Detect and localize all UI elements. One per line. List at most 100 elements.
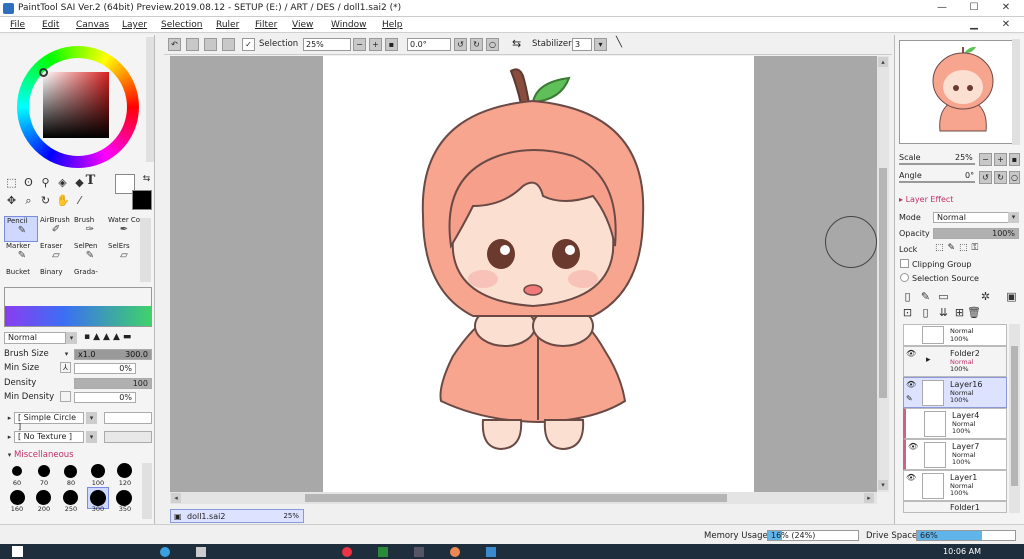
rotate-reset-icon[interactable]: ○ [486, 38, 499, 51]
selection-source-radio[interactable] [900, 273, 909, 282]
taskbar-app-icon[interactable] [160, 547, 170, 557]
maximize-icon[interactable]: ☐ [958, 0, 990, 17]
min-size-slider[interactable]: 0% [74, 363, 136, 374]
tool-airbrush[interactable]: AirBrush ✐ [38, 216, 72, 242]
deselect-icon[interactable] [204, 38, 217, 51]
scale-slider[interactable] [899, 163, 975, 165]
brush-shape-icons[interactable]: ▪▲▲▲▬ [84, 332, 152, 344]
close-icon[interactable]: ✕ [990, 0, 1022, 17]
brush-shape-strength[interactable] [104, 412, 152, 424]
undo-icon[interactable]: ↶ [168, 38, 181, 51]
brush-texture-select[interactable]: [ No Texture ] [14, 431, 84, 443]
magic-wand-icon[interactable]: ⚲ [39, 176, 52, 189]
brush-size-dropdown-icon[interactable]: ▾ [60, 348, 73, 361]
copy-layer-icon[interactable]: ⊡ [901, 306, 914, 319]
navigator-preview[interactable] [899, 40, 1019, 144]
density-slider[interactable]: 100 [74, 378, 152, 389]
brush-texture-dropdown-icon[interactable]: ▾ [86, 431, 97, 443]
tool-gradation[interactable]: Grada- [72, 268, 106, 282]
layer-item-layer4[interactable]: Layer4 Normal 100% [903, 408, 1007, 439]
color-panel-scrollbar[interactable] [146, 37, 154, 162]
brush-shape-dropdown-icon[interactable]: ▾ [86, 412, 97, 424]
blend-mode-dropdown-icon[interactable]: ▾ [66, 332, 77, 344]
layer-opacity-slider[interactable]: 100% [933, 228, 1019, 239]
menu-ruler[interactable]: Ruler [216, 20, 239, 30]
menu-canvas[interactable]: Canvas [76, 20, 109, 30]
rotate-cw-icon[interactable]: ↻ [470, 38, 483, 51]
angle-reset-icon[interactable]: ○ [1009, 171, 1020, 184]
taskbar-app-icon[interactable] [414, 547, 424, 557]
hand-icon[interactable]: ✋ [56, 194, 70, 207]
layer-mask-icon[interactable]: ▣ [1005, 290, 1018, 303]
zoom-out-icon[interactable]: − [353, 38, 366, 51]
tool-grid-scrollbar[interactable] [140, 218, 151, 282]
saturation-value-square[interactable] [43, 72, 109, 138]
scale-plus-icon[interactable]: + [994, 153, 1007, 166]
min-density-curve-icon[interactable] [60, 391, 71, 402]
color-picker-handle[interactable] [39, 68, 48, 77]
flip-icon[interactable]: ⇆ [512, 37, 521, 50]
tool-selpen[interactable]: SelPen ✎ [72, 242, 106, 268]
brush-size-slider[interactable]: x1.0 300.0 [74, 349, 152, 360]
lock-icons[interactable]: ⬚✎⬚⚿ [935, 243, 982, 253]
canvas-paper[interactable] [323, 56, 754, 492]
color-select-icon[interactable]: ◈ [56, 176, 69, 189]
clipping-group-checkbox[interactable] [900, 259, 909, 268]
zoom-select[interactable]: 25% [303, 38, 351, 51]
merge-down-icon[interactable]: ⇊ [937, 306, 950, 319]
document-tab[interactable]: ▣ doll1.sai2 25% [170, 509, 304, 523]
preset-dot[interactable] [36, 490, 51, 505]
rotate-ccw-icon[interactable]: ↺ [454, 38, 467, 51]
layer-effect-label[interactable]: ▸ Layer Effect [899, 195, 953, 204]
delete-layer-icon[interactable]: 🗑 [967, 306, 981, 319]
layer-item-layer7[interactable]: 👁 Layer7 Normal 100% [903, 439, 1007, 470]
background-color-swatch[interactable] [132, 190, 152, 210]
invert-icon[interactable] [222, 38, 235, 51]
straight-line-icon[interactable]: ╲ [616, 37, 622, 48]
tool-brush[interactable]: Brush ✑ [72, 216, 106, 242]
preset-dot[interactable] [117, 463, 132, 478]
taskbar-app-icon[interactable] [450, 547, 460, 557]
scroll-up-icon[interactable]: ▴ [878, 57, 888, 67]
taskbar-app-icon[interactable] [378, 547, 388, 557]
presets-scrollbar[interactable] [142, 463, 152, 519]
menu-layer[interactable]: Layer [122, 20, 147, 30]
zoom-in-icon[interactable]: + [369, 38, 382, 51]
menu-view[interactable]: View [292, 20, 313, 30]
eyedropper-icon[interactable]: ⁄ [73, 194, 86, 207]
zoom-tool-icon[interactable]: ⌕ [22, 194, 35, 207]
layer-item-layer16[interactable]: 👁 ✎ Layer16 Normal 100% [903, 377, 1007, 408]
menu-edit[interactable]: Edit [42, 20, 59, 30]
taskbar-app-icon[interactable] [486, 547, 496, 557]
layer-effect-icon[interactable]: ✲ [979, 290, 992, 303]
preset-dot[interactable] [12, 466, 22, 476]
canvas-vertical-scrollbar[interactable]: ▴ ▾ [877, 56, 889, 492]
tool-watercolor[interactable]: Water Color✒ [106, 216, 140, 242]
preset-dot[interactable] [116, 490, 132, 506]
min-density-slider[interactable]: 0% [74, 392, 136, 403]
preset-dot[interactable] [63, 490, 78, 505]
doc-close-icon[interactable]: ✕ [990, 18, 1022, 32]
layer-scroll-thumb[interactable] [1011, 346, 1018, 486]
preset-dot[interactable] [90, 490, 106, 506]
layer-mode-dropdown-icon[interactable]: ▾ [1008, 212, 1019, 223]
layer-item-folder1[interactable]: Folder1 [903, 501, 1007, 513]
angle-ccw-icon[interactable]: ↺ [979, 171, 992, 184]
redo-icon[interactable] [186, 38, 199, 51]
tool-selers[interactable]: SelErs ▱ [106, 242, 140, 268]
doc-minimize-icon[interactable]: ▁ [958, 18, 990, 32]
new-linework-icon[interactable]: ✎ [919, 290, 932, 303]
clear-layer-icon[interactable]: ▯ [919, 306, 932, 319]
layer-item-folder2[interactable]: 👁 ▸ Folder2 Normal 100% [903, 346, 1007, 377]
menu-help[interactable]: Help [382, 20, 403, 30]
rotate-tool-icon[interactable]: ↻ [39, 194, 52, 207]
visibility-eye-icon[interactable]: 👁 [908, 443, 918, 451]
preset-dot[interactable] [38, 465, 50, 477]
scroll-right-icon[interactable]: ▸ [864, 493, 874, 503]
menu-selection[interactable]: Selection [161, 20, 202, 30]
angle-select[interactable]: 0.0° [407, 38, 451, 51]
tool-marker[interactable]: Marker ✎ [4, 242, 38, 268]
horizontal-scroll-thumb[interactable] [305, 494, 727, 502]
taskbar-app-icon[interactable] [196, 547, 206, 557]
menu-filter[interactable]: Filter [255, 20, 277, 30]
